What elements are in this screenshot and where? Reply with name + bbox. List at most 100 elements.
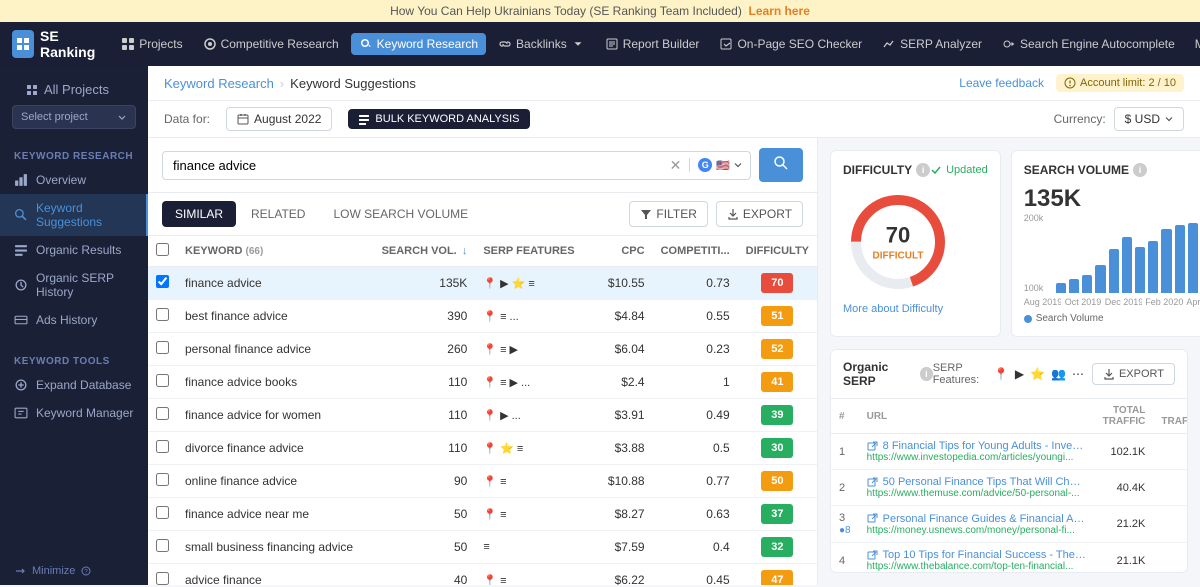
row-check-7[interactable] — [148, 498, 177, 531]
sidebar-top: All Projects Select project — [0, 66, 148, 137]
difficulty-info-icon[interactable]: i — [916, 163, 930, 177]
row-keyword-1: best finance advice — [177, 300, 374, 333]
organic-icon — [14, 243, 28, 257]
keyword-table: KEYWORD (66) SEARCH VOL. ↓ SERP FEATURES… — [148, 236, 817, 585]
sidebar-item-keyword-suggestions[interactable]: Keyword Suggestions — [0, 194, 148, 236]
nav-serp-analyzer[interactable]: SERP Analyzer — [874, 33, 990, 55]
navigation: SE Ranking Projects Competitive Research… — [0, 22, 1200, 66]
nav-competitive-label: Competitive Research — [221, 37, 339, 51]
currency-label: Currency: — [1054, 112, 1106, 126]
table-row: best finance advice 390 📍 ≡ ... $4.84 0.… — [148, 300, 817, 333]
row-check-3[interactable] — [148, 366, 177, 399]
nav-competitive[interactable]: Competitive Research — [195, 33, 347, 55]
row-keyword-0: finance advice — [177, 267, 374, 300]
more-difficulty-link[interactable]: More about Difficulty — [843, 303, 943, 315]
row-check-4[interactable] — [148, 399, 177, 432]
serp-row: 2 50 Personal Finance Tips That Will Cha… — [831, 470, 1188, 506]
row-check-2[interactable] — [148, 333, 177, 366]
minimize-button[interactable]: Minimize ? — [14, 565, 134, 577]
row-check-6[interactable] — [148, 465, 177, 498]
breadcrumb-path: Keyword Research › Keyword Suggestions — [164, 76, 416, 91]
breadcrumb-parent[interactable]: Keyword Research — [164, 76, 274, 91]
nav-keyword-research[interactable]: Keyword Research — [351, 33, 486, 55]
bulk-label: BULK KEYWORD ANALYSIS — [375, 113, 519, 125]
row-keyword-5: divorce finance advice — [177, 432, 374, 465]
serp-features-icons: 📍 ▶ ⭐ 👥 ⋯ — [994, 367, 1084, 381]
volume-header: SEARCH VOLUME i Update — [1024, 163, 1200, 177]
serp-cost-3: $203.9K — [1153, 543, 1188, 574]
difficulty-title: DIFFICULTY i — [843, 163, 930, 177]
date-button[interactable]: August 2022 — [226, 107, 332, 131]
filter-label: FILTER — [656, 207, 696, 221]
url-header: URL — [859, 399, 1095, 434]
currency-row: Currency: $ USD — [1054, 107, 1184, 131]
nav-report-label: Report Builder — [623, 37, 700, 51]
chart-wrapper: 200k 100k — [1024, 213, 1200, 293]
row-check-0[interactable] — [148, 267, 177, 300]
tab-low-search-volume[interactable]: LOW SEARCH VOLUME — [320, 201, 481, 227]
filter-button[interactable]: FILTER — [629, 201, 707, 227]
row-check-8[interactable] — [148, 531, 177, 564]
feedback-link[interactable]: Leave feedback — [959, 76, 1044, 90]
serp-rank-1: 2 — [831, 470, 859, 506]
nav-backlinks[interactable]: Backlinks — [490, 33, 593, 55]
vol-info-icon[interactable]: i — [1133, 163, 1147, 177]
nav-projects[interactable]: Projects — [113, 33, 190, 55]
tab-similar[interactable]: SIMILAR — [162, 201, 236, 227]
serp-history-icon — [14, 278, 28, 292]
select-project-label: Select project — [21, 111, 88, 123]
sidebar-item-ads-history[interactable]: Ads History — [0, 306, 148, 334]
export-label: EXPORT — [743, 207, 792, 221]
search-input[interactable] — [163, 152, 662, 179]
serp-feat-more: ⋯ — [1072, 367, 1084, 381]
row-check-1[interactable] — [148, 300, 177, 333]
col-keyword-header[interactable]: KEYWORD (66) — [177, 236, 374, 267]
vol-number: 135K — [1024, 185, 1200, 213]
row-diff-1: 51 — [738, 300, 817, 333]
export-button[interactable]: EXPORT — [716, 201, 803, 227]
row-check-9[interactable] — [148, 564, 177, 586]
row-check-5[interactable] — [148, 432, 177, 465]
sidebar-item-keyword-manager[interactable]: Keyword Manager — [0, 399, 148, 427]
nav-on-page-seo[interactable]: On-Page SEO Checker — [711, 33, 870, 55]
sidebar-item-organic-results[interactable]: Organic Results — [0, 236, 148, 264]
google-icon: G — [698, 158, 712, 172]
nav-autocomplete-label: Search Engine Autocomplete — [1020, 37, 1175, 51]
sidebar-item-overview[interactable]: Overview — [0, 166, 148, 194]
col-vol-header[interactable]: SEARCH VOL. ↓ — [374, 236, 476, 267]
row-serp-0: 📍 ▶ ⭐ ≡ — [475, 267, 582, 300]
row-cpc-5: $3.88 — [583, 432, 653, 465]
select-all-checkbox[interactable] — [156, 243, 169, 256]
banner-link[interactable]: Learn here — [749, 4, 810, 18]
search-button[interactable] — [759, 148, 803, 182]
serp-export-button[interactable]: EXPORT — [1092, 363, 1175, 385]
clear-search-icon[interactable]: ✕ — [662, 157, 690, 174]
project-select[interactable]: Select project — [12, 105, 136, 129]
chart-legend: Search Volume — [1024, 313, 1200, 324]
nav-report-builder[interactable]: Report Builder — [597, 33, 708, 55]
chart-bar — [1056, 283, 1066, 293]
search-engine-selector[interactable]: G 🇺🇸 — [689, 158, 750, 172]
cost-header: TOTALTRAFFIC COST — [1153, 399, 1188, 434]
row-comp-8: 0.4 — [653, 531, 738, 564]
sort-indicator: ↓ — [462, 245, 468, 257]
updated-text: Updated — [946, 164, 988, 176]
bulk-keyword-button[interactable]: BULK KEYWORD ANALYSIS — [348, 109, 529, 129]
date-label: August 2022 — [254, 112, 321, 126]
sidebar-item-expand-database[interactable]: Expand Database — [0, 371, 148, 399]
nav-more[interactable]: More — [1187, 33, 1200, 55]
all-projects-link[interactable]: All Projects — [12, 74, 136, 105]
sidebar-item-organic-serp-history[interactable]: Organic SERP History — [0, 264, 148, 306]
vol-header-label: SEARCH VOL. — [382, 245, 457, 257]
chart-bars — [1056, 213, 1200, 293]
flag-us-icon: 🇺🇸 — [716, 159, 730, 172]
vol-title: SEARCH VOLUME i — [1024, 163, 1147, 177]
row-diff-4: 39 — [738, 399, 817, 432]
nav-autocomplete[interactable]: Search Engine Autocomplete — [994, 33, 1183, 55]
tab-related[interactable]: RELATED — [238, 201, 318, 227]
currency-select[interactable]: $ USD — [1114, 107, 1184, 131]
row-comp-6: 0.77 — [653, 465, 738, 498]
row-comp-7: 0.63 — [653, 498, 738, 531]
banner-text: How You Can Help Ukrainians Today (SE Ra… — [390, 4, 742, 18]
serp-info-icon[interactable]: i — [920, 367, 933, 381]
